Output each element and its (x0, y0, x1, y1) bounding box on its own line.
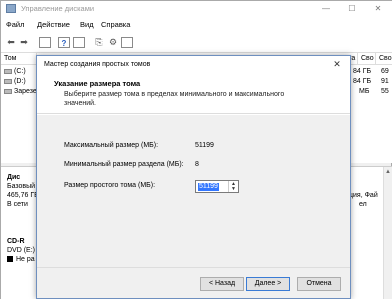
legend-unallocated-icon (7, 256, 13, 262)
drive-icon (4, 78, 12, 84)
stepper-down-icon[interactable]: ▼ (231, 187, 236, 192)
stepper-arrows[interactable]: ▲ ▼ (228, 181, 238, 192)
wizard-body: Максимальный размер (МБ): 51199 Минималь… (37, 115, 350, 267)
menu-view[interactable]: Вид (80, 20, 94, 29)
settings-icon[interactable] (121, 37, 133, 48)
disk0-size: 465,76 ГБ (7, 192, 39, 199)
next-button[interactable]: Далее > (246, 277, 290, 291)
menu-file[interactable]: Файл (6, 20, 24, 29)
cell-free: 84 ГБ (353, 68, 372, 75)
column-header-volume[interactable]: Том (1, 53, 37, 65)
wizard-title-bar: Мастер создания простых томов ✕ (37, 56, 350, 73)
cd-status: Не ра (16, 256, 35, 263)
wizard-icon[interactable]: ⎘ (93, 37, 105, 48)
cell-percent: 69 (381, 68, 389, 75)
refresh-icon[interactable]: ⚙ (107, 37, 119, 48)
wizard-heading: Указание размера тома (54, 79, 141, 88)
close-button[interactable]: ✕ (371, 3, 385, 14)
maximize-button[interactable]: ☐ (345, 3, 359, 14)
partition-info-snippet: ел (359, 201, 367, 208)
list-item[interactable]: (C:) (4, 68, 26, 75)
cell-percent: 91 (381, 78, 389, 85)
min-size-label: Минимальный размер раздела (МБ): (64, 161, 184, 168)
properties-icon[interactable] (39, 37, 51, 48)
title-bar: Управление дисками — ☐ ✕ (1, 1, 392, 17)
drive-icon (4, 88, 12, 94)
wizard-footer: < Назад Далее > Отмена (37, 267, 350, 298)
menu-help[interactable]: Справка (101, 20, 130, 29)
window-title: Управление дисками (21, 4, 95, 13)
scroll-up-icon[interactable]: ▲ (385, 169, 391, 175)
help-icon[interactable]: ? (58, 37, 70, 48)
wizard-subheading: Выберите размер тома в пределах минималь… (64, 91, 285, 107)
volume-size-input[interactable]: 51199 (198, 183, 219, 191)
volume-size-stepper[interactable]: 51199 ▲ ▼ (195, 180, 239, 193)
disk0-label: Дис (7, 174, 21, 181)
cell-free: 84 ГБ (353, 78, 372, 85)
column-header-free[interactable]: Сво (358, 53, 376, 65)
wizard-close-button[interactable]: ✕ (329, 58, 345, 70)
cell-percent: 55 (381, 88, 389, 95)
cancel-button[interactable]: Отмена (297, 277, 341, 291)
drive-icon (4, 68, 12, 74)
toolbar: ⬅ ➡ ? ⎘ ⚙ (1, 33, 392, 53)
list-view-icon[interactable] (73, 37, 85, 48)
volume-size-label: Размер простого тома (МБ): (64, 182, 156, 189)
minimize-button[interactable]: — (319, 3, 333, 14)
new-simple-volume-wizard: Мастер создания простых томов ✕ Указание… (36, 55, 351, 299)
min-size-value: 8 (195, 161, 199, 168)
max-size-value: 51199 (195, 142, 214, 149)
vertical-scrollbar[interactable]: ▲ (383, 167, 392, 299)
wizard-title: Мастер создания простых томов (44, 61, 151, 68)
back-arrow-icon[interactable]: ⬅ (5, 37, 17, 48)
app-icon (6, 4, 16, 13)
disk0-type: Базовый (7, 183, 36, 190)
cd-label: CD-R (7, 238, 25, 245)
forward-arrow-icon[interactable]: ➡ (18, 37, 30, 48)
menu-action[interactable]: Действие (37, 20, 70, 29)
cell-free: МБ (359, 88, 370, 95)
column-header-free-percent[interactable]: Сво (376, 53, 392, 65)
partition-info-snippet: ция, Фай (349, 192, 378, 199)
list-item[interactable]: (D:) (4, 78, 26, 85)
back-button[interactable]: < Назад (200, 277, 244, 291)
list-item[interactable]: Зарезе (4, 88, 37, 95)
menu-bar: Файл Действие Вид Справка (1, 17, 392, 33)
cd-drive: DVD (E:) (7, 247, 35, 254)
max-size-label: Максимальный размер (МБ): (64, 142, 159, 149)
wizard-header: Указание размера тома Выберите размер то… (37, 73, 350, 114)
disk0-status: В сети (7, 201, 28, 208)
